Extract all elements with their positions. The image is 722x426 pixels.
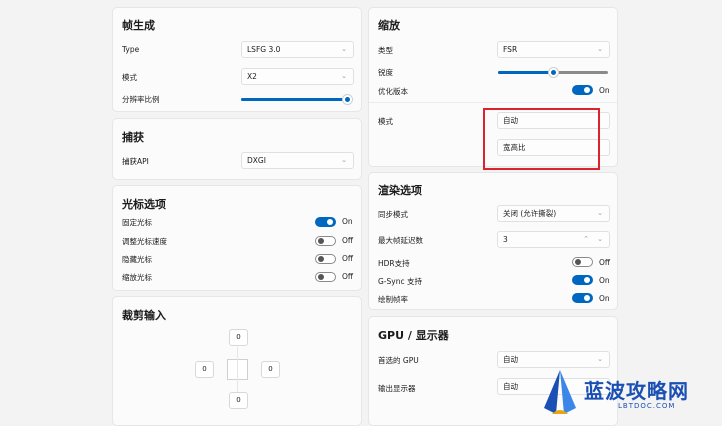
chevron-down-icon: ⌄	[597, 45, 603, 53]
optimized-version-toggle[interactable]	[572, 85, 593, 95]
scale-cursor-state: Off	[342, 272, 354, 281]
preferred-gpu-value: 自动	[503, 355, 518, 364]
output-display-value: 自动	[503, 382, 518, 391]
highlight-box	[483, 108, 600, 170]
frame-generation-title: 帧生成	[122, 19, 155, 32]
adjust-cursor-speed-state: Off	[342, 236, 354, 245]
hdr-support-state: Off	[599, 258, 611, 267]
lock-cursor-toggle[interactable]	[315, 217, 336, 227]
capture-api-select[interactable]: DXGI ⌄	[241, 152, 354, 169]
max-frame-latency-stepper[interactable]: 3 ⌃ ⌄	[497, 231, 610, 248]
gsync-support-toggle[interactable]	[572, 275, 593, 285]
preferred-gpu-label: 首选的 GPU	[378, 356, 419, 365]
scaling-divider	[369, 102, 617, 103]
chevron-up-icon[interactable]: ⌃	[583, 232, 589, 247]
crop-input-card: 裁剪输入 0 0 0 0	[112, 296, 362, 426]
hdr-support-label: HDR支持	[378, 259, 410, 268]
sharpness-fill	[498, 71, 553, 74]
capture-api-value: DXGI	[247, 156, 266, 165]
capture-card: 捕获 捕获API DXGI ⌄	[112, 118, 362, 180]
crop-guide-vertical	[237, 347, 238, 393]
resolution-scale-slider[interactable]	[241, 95, 352, 104]
hdr-support-toggle[interactable]	[572, 257, 593, 267]
max-frame-latency-label: 最大帧延迟数	[378, 236, 423, 245]
gsync-support-label: G-Sync 支持	[378, 277, 422, 286]
cursor-options-card: 光标选项 固定光标 On 调整光标速度 Off 隐藏光标 Off 缩放光标 Of…	[112, 185, 362, 291]
adjust-cursor-speed-toggle[interactable]	[315, 236, 336, 246]
hide-cursor-toggle[interactable]	[315, 254, 336, 264]
mode-select[interactable]: X2 ⌄	[241, 68, 354, 85]
draw-fps-toggle[interactable]	[572, 293, 593, 303]
scaling-mode-label: 模式	[378, 117, 393, 126]
mode-label: 模式	[122, 73, 137, 82]
optimized-version-state: On	[599, 86, 610, 95]
crop-input-title: 裁剪输入	[122, 309, 166, 322]
scaling-type-select[interactable]: FSR ⌄	[497, 41, 610, 58]
chevron-down-icon: ⌄	[341, 72, 347, 80]
watermark-logo-icon	[544, 370, 576, 414]
watermark-name: 蓝波攻略网	[584, 379, 689, 403]
cursor-item-label: 固定光标	[122, 218, 152, 227]
sync-mode-label: 同步模式	[378, 210, 408, 219]
crop-right-input[interactable]: 0	[261, 361, 280, 378]
crop-left-input[interactable]: 0	[195, 361, 214, 378]
cursor-options-title: 光标选项	[122, 198, 166, 211]
gsync-support-state: On	[599, 276, 610, 285]
type-select[interactable]: LSFG 3.0 ⌄	[241, 41, 354, 58]
sharpness-thumb[interactable]	[549, 68, 558, 77]
chevron-down-icon[interactable]: ⌄	[597, 232, 603, 247]
draw-fps-label: 绘制帧率	[378, 295, 408, 304]
type-label: Type	[122, 45, 140, 54]
chevron-down-icon: ⌄	[597, 355, 603, 363]
hide-cursor-state: Off	[342, 254, 354, 263]
watermark-url: LBTDOC.COM	[618, 402, 676, 410]
watermark: 蓝波攻略网 LBTDOC.COM	[538, 368, 722, 418]
render-options-card: 渲染选项 同步模式 关闭 (允许撕裂) ⌄ 最大帧延迟数 3 ⌃ ⌄ HDR支持…	[368, 172, 618, 310]
frame-generation-card: 帧生成 Type LSFG 3.0 ⌄ 模式 X2 ⌄ 分辨率比例	[112, 7, 362, 112]
scaling-title: 缩放	[378, 19, 400, 32]
gpu-display-title: GPU / 显示器	[378, 329, 449, 342]
scale-cursor-toggle[interactable]	[315, 272, 336, 282]
sync-mode-value: 关闭 (允许撕裂)	[503, 209, 557, 218]
cursor-item-label: 隐藏光标	[122, 255, 152, 264]
preferred-gpu-select[interactable]: 自动 ⌄	[497, 351, 610, 368]
max-frame-latency-value: 3	[503, 235, 508, 244]
chevron-down-icon: ⌄	[341, 156, 347, 164]
scaling-type-label: 类型	[378, 46, 393, 55]
crop-top-input[interactable]: 0	[229, 329, 248, 346]
lock-cursor-state: On	[342, 217, 353, 226]
render-options-title: 渲染选项	[378, 184, 422, 197]
chevron-down-icon: ⌄	[597, 209, 603, 217]
mode-select-value: X2	[247, 72, 257, 81]
resolution-scale-fill	[241, 98, 347, 101]
sharpness-label: 锐度	[378, 68, 393, 77]
sharpness-slider[interactable]	[498, 68, 608, 77]
chevron-down-icon: ⌄	[341, 45, 347, 53]
cursor-item-label: 调整光标速度	[122, 237, 167, 246]
resolution-scale-label: 分辨率比例	[122, 95, 160, 104]
capture-title: 捕获	[122, 131, 144, 144]
scaling-type-value: FSR	[503, 45, 518, 54]
type-select-value: LSFG 3.0	[247, 45, 281, 54]
optimized-version-label: 优化版本	[378, 87, 408, 96]
capture-api-label: 捕获API	[122, 157, 149, 166]
sync-mode-select[interactable]: 关闭 (允许撕裂) ⌄	[497, 205, 610, 222]
output-display-label: 输出显示器	[378, 384, 416, 393]
resolution-scale-thumb[interactable]	[343, 95, 352, 104]
draw-fps-state: On	[599, 294, 610, 303]
cursor-item-label: 缩放光标	[122, 273, 152, 282]
crop-bottom-input[interactable]: 0	[229, 392, 248, 409]
